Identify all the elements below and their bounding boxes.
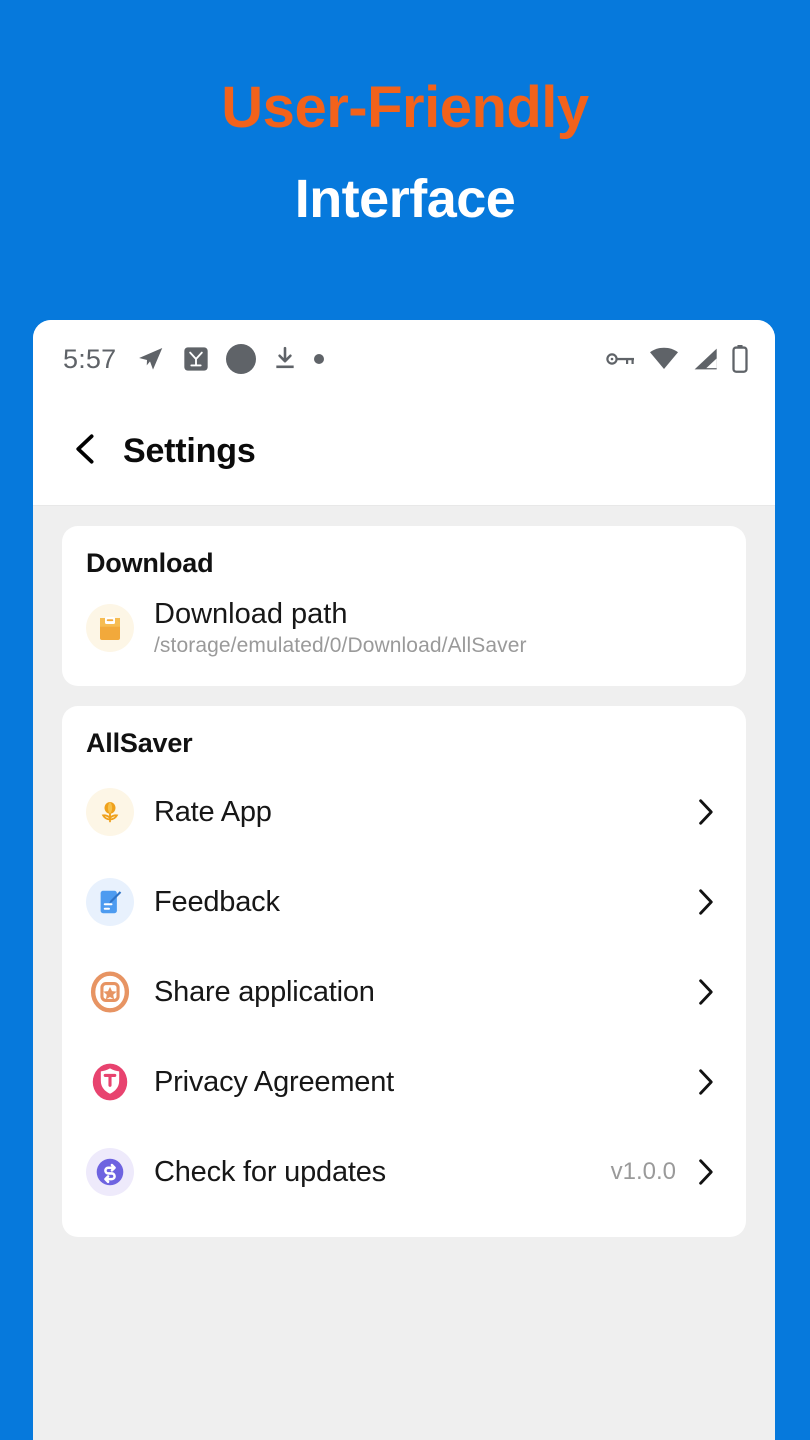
settings-content: Download Download path /storage/emulated… [33, 506, 775, 1440]
share-star-icon [86, 968, 134, 1016]
chevron-right-icon [688, 1157, 722, 1187]
download-path-texts: Download path /storage/emulated/0/Downlo… [154, 597, 527, 658]
promo-headline-line1: User-Friendly [221, 75, 589, 140]
page-title: Settings [123, 432, 256, 470]
list-item-feedback[interactable]: Feedback [86, 857, 722, 947]
list-item-privacy-agreement[interactable]: Privacy Agreement [86, 1037, 722, 1127]
promo-banner: User-Friendly Interface [0, 0, 810, 320]
back-button[interactable] [63, 429, 109, 475]
chevron-left-icon [69, 432, 103, 471]
app-bar: Settings [33, 398, 775, 506]
status-bar: 5:57 [33, 320, 775, 398]
list-item-value: v1.0.0 [610, 1158, 676, 1186]
list-item-share-application[interactable]: Share application [86, 947, 722, 1037]
list-item-check-for-updates[interactable]: Check for updates v1.0.0 [86, 1127, 722, 1217]
promo-headline-line2: Interface [294, 168, 516, 229]
download-icon [272, 345, 298, 373]
flower-icon [86, 788, 134, 837]
chevron-right-icon [688, 1067, 722, 1097]
cellular-signal-icon [692, 347, 718, 371]
save-folder-icon [86, 603, 134, 652]
sync-icon [86, 1148, 134, 1197]
circle-icon [226, 344, 257, 374]
feedback-icon [86, 878, 134, 927]
image-app-icon [182, 345, 210, 373]
wifi-icon [649, 347, 679, 371]
list-item-label: Privacy Agreement [154, 1065, 394, 1098]
chevron-right-icon [688, 887, 722, 917]
list-item-label: Check for updates [154, 1155, 386, 1188]
vpn-key-icon [606, 349, 636, 369]
dot-icon [314, 354, 325, 364]
download-card: Download Download path /storage/emulated… [62, 526, 746, 687]
telegram-icon [136, 344, 166, 374]
list-item-rate-app[interactable]: Rate App [86, 767, 722, 857]
status-bar-right [606, 345, 749, 373]
shield-icon [86, 1058, 134, 1106]
download-path-row[interactable]: Download path /storage/emulated/0/Downlo… [86, 587, 722, 666]
allsaver-card-title: AllSaver [86, 728, 193, 759]
download-card-title: Download [86, 548, 214, 578]
battery-icon [731, 345, 749, 373]
phone-screen: 5:57 Settings Download Download path /st… [33, 320, 775, 1440]
download-path-label: Download path [154, 598, 348, 630]
chevron-right-icon [688, 797, 722, 827]
list-item-label: Share application [154, 975, 375, 1008]
status-bar-clock: 5:57 [63, 343, 117, 374]
list-item-label: Rate App [154, 795, 272, 828]
chevron-right-icon [688, 977, 722, 1007]
list-item-label: Feedback [154, 885, 280, 918]
allsaver-card: AllSaver Rate App Feedback Share applica… [62, 706, 746, 1238]
download-path-value: /storage/emulated/0/Download/AllSaver [154, 634, 527, 658]
status-bar-left: 5:57 [63, 344, 606, 375]
